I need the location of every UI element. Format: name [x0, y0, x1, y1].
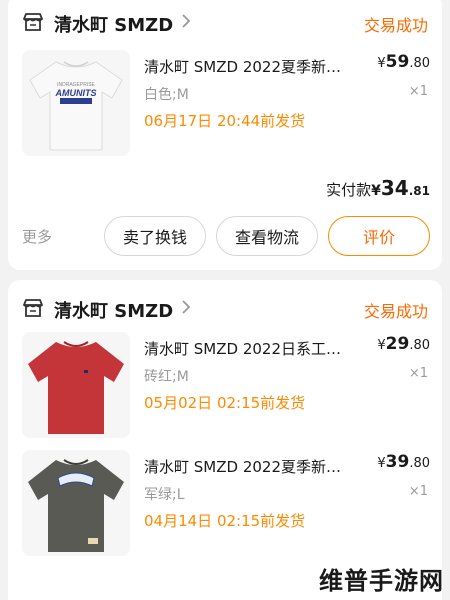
product-thumbnail[interactable] [22, 332, 130, 438]
shop-name[interactable]: 清水町 SMZD [54, 297, 173, 323]
sell-button[interactable]: 卖了换钱 [104, 216, 206, 256]
order-status: 交易成功 [363, 302, 428, 321]
shipping-deadline: 04月14日 02:15前发货 [144, 512, 306, 530]
more-link[interactable]: 更多 [22, 226, 52, 247]
item-title[interactable]: 清水町 SMZD 2022夏季新… [144, 56, 374, 77]
product-thumbnail[interactable] [22, 450, 130, 556]
shop-name[interactable]: 清水町 SMZD [54, 11, 173, 37]
order-item[interactable]: 清水町 SMZD 2022夏季新… ¥39.80 军绿;L ×1 04月14日 … [8, 450, 442, 560]
green-tshirt-image [22, 450, 130, 556]
site-watermark: 维普手游网 [319, 567, 444, 595]
item-quantity: ×1 [408, 366, 428, 381]
shipping-deadline: 05月02日 02:15前发货 [144, 394, 306, 412]
order-card: 清水町 SMZD 交易成功 INDRAGEPRISE AMUNITS 清水町 S… [8, 0, 442, 270]
shop-header[interactable]: 清水町 SMZD 交易成功 [8, 4, 442, 44]
item-title[interactable]: 清水町 SMZD 2022夏季新… [144, 456, 374, 477]
svg-text:AMUNITS: AMUNITS [55, 88, 97, 98]
order-status: 交易成功 [363, 16, 428, 35]
shop-header[interactable]: 清水町 SMZD 交易成功 [8, 290, 442, 330]
red-tshirt-image [22, 332, 130, 438]
review-button[interactable]: 评价 [328, 216, 430, 256]
payment-total: 实付款¥34.81 [326, 176, 430, 200]
order-card: 清水町 SMZD 交易成功 清水町 SMZD 2022日系工… ¥29.80 砖… [8, 280, 442, 600]
item-price: ¥39.80 [377, 452, 430, 472]
item-price: ¥29.80 [377, 334, 430, 354]
item-quantity: ×1 [408, 84, 428, 99]
order-actions: 更多 卖了换钱 查看物流 评价 [8, 216, 442, 256]
view-logistics-button[interactable]: 查看物流 [216, 216, 318, 256]
item-title[interactable]: 清水町 SMZD 2022日系工… [144, 338, 374, 359]
chevron-right-icon [182, 300, 191, 314]
chevron-right-icon [182, 14, 191, 28]
item-spec: 军绿;L [144, 487, 185, 503]
store-icon [23, 13, 43, 31]
item-quantity: ×1 [408, 484, 428, 499]
product-thumbnail[interactable]: INDRAGEPRISE AMUNITS [22, 50, 130, 156]
item-spec: 砖红;M [144, 369, 189, 385]
white-tshirt-image: INDRAGEPRISE AMUNITS [22, 50, 130, 156]
item-price: ¥59.80 [377, 52, 430, 72]
order-item[interactable]: INDRAGEPRISE AMUNITS 清水町 SMZD 2022夏季新… ¥… [8, 50, 442, 160]
shipping-deadline: 06月17日 20:44前发货 [144, 112, 306, 130]
item-spec: 白色;M [144, 87, 189, 103]
store-icon [23, 299, 43, 317]
order-item[interactable]: 清水町 SMZD 2022日系工… ¥29.80 砖红;M ×1 05月02日 … [8, 332, 442, 442]
